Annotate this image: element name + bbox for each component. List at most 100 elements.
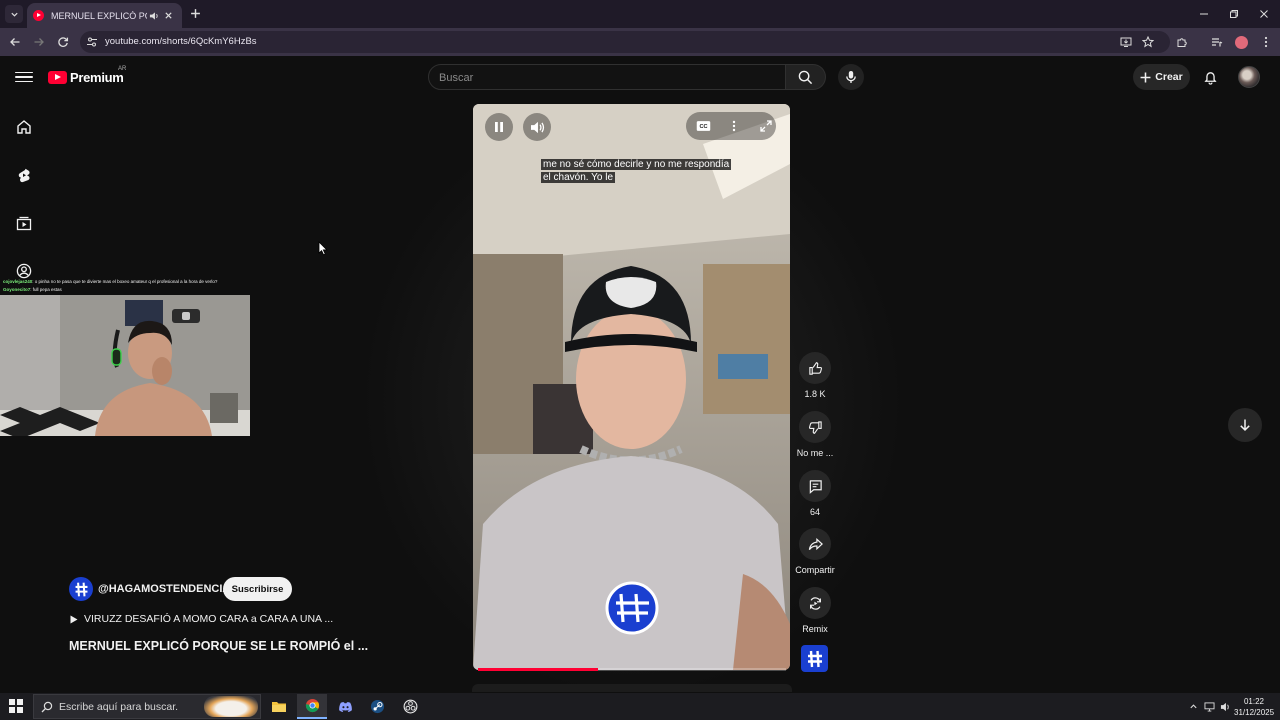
chat-user: cojovlejas240 xyxy=(3,279,33,284)
network-icon[interactable] xyxy=(1204,701,1215,712)
screen: MERNUEL EXPLICÓ PORQUE SE LE ROMPIÓ el .… xyxy=(0,0,1280,720)
captions-button[interactable]: CC xyxy=(689,112,717,140)
play-triangle-icon xyxy=(70,615,78,623)
install-app-icon[interactable] xyxy=(1120,36,1132,48)
media-controls-button[interactable] xyxy=(1209,34,1225,50)
video-title[interactable]: MERNUEL EXPLICÓ PORQUE SE LE ROMPIÓ el .… xyxy=(69,639,368,653)
steam-icon xyxy=(370,699,384,714)
youtube-play-logo-icon xyxy=(48,70,67,84)
user-avatar[interactable] xyxy=(1238,66,1260,88)
address-bar[interactable]: youtube.com/shorts/6QcKmY6HzBs xyxy=(80,31,1170,53)
obs-icon xyxy=(403,699,417,714)
search-icon xyxy=(41,701,53,713)
restore-icon xyxy=(1230,10,1238,18)
minimize-button[interactable] xyxy=(1196,6,1212,22)
pause-button[interactable] xyxy=(485,113,513,141)
you-nav-button[interactable] xyxy=(15,262,33,280)
browser-tab-active[interactable]: MERNUEL EXPLICÓ PORQUE SE LE ROMPIÓ el .… xyxy=(27,3,182,28)
comment-icon xyxy=(809,479,822,494)
youtube-favicon-icon xyxy=(33,10,44,21)
share-label: Compartir xyxy=(795,565,835,575)
more-options-button[interactable] xyxy=(720,112,748,140)
volume-tray-icon[interactable] xyxy=(1220,701,1231,712)
browser-tab-strip: MERNUEL EXPLICÓ PORQUE SE LE ROMPIÓ el .… xyxy=(0,0,1280,28)
close-window-button[interactable] xyxy=(1256,6,1272,22)
browser-menu-button[interactable] xyxy=(1258,34,1274,50)
dislike-button[interactable] xyxy=(799,411,831,443)
volume-icon xyxy=(530,121,544,133)
media-queue-icon xyxy=(1212,38,1223,47)
restore-button[interactable] xyxy=(1226,6,1242,22)
kebab-menu-icon xyxy=(1264,36,1268,48)
folder-icon xyxy=(272,702,286,712)
share-button[interactable] xyxy=(799,528,831,560)
video-progress-fill xyxy=(478,668,599,671)
cc-icon: CC xyxy=(696,121,710,131)
like-button[interactable] xyxy=(799,352,831,384)
discord-icon xyxy=(338,701,352,712)
video-progress-bar[interactable] xyxy=(478,668,786,671)
back-button[interactable] xyxy=(7,34,23,50)
shorts-video-player[interactable]: CC me no sé cómo decirle y no me respond… xyxy=(473,104,790,670)
new-tab-button[interactable] xyxy=(188,6,202,20)
tray-overflow-icon[interactable] xyxy=(1188,701,1199,712)
subscriptions-nav-button[interactable] xyxy=(15,214,33,232)
channel-avatar[interactable] xyxy=(69,577,93,601)
next-video-button[interactable] xyxy=(1228,408,1262,442)
channel-thumbnail-button[interactable] xyxy=(801,645,828,672)
discord-taskbar-button[interactable] xyxy=(330,694,360,719)
country-code: AR xyxy=(118,66,127,72)
tab-title: MERNUEL EXPLICÓ PORQUE SE LE ROMPIÓ el .… xyxy=(51,10,147,21)
chrome-taskbar-button[interactable] xyxy=(297,694,327,719)
user-circle-icon xyxy=(16,263,32,279)
search-icon xyxy=(798,70,813,84)
shorts-nav-button[interactable] xyxy=(15,166,33,184)
windows-start-icon[interactable] xyxy=(9,699,23,713)
tab-close-icon[interactable] xyxy=(164,11,176,20)
forward-button[interactable] xyxy=(31,34,47,50)
home-nav-button[interactable] xyxy=(15,118,33,136)
url-text: youtube.com/shorts/6QcKmY6HzBs xyxy=(105,36,257,47)
file-explorer-button[interactable] xyxy=(264,694,294,719)
steam-taskbar-button[interactable] xyxy=(362,694,392,719)
channel-logo-icon xyxy=(807,650,822,667)
tab-audio-icon[interactable] xyxy=(149,11,161,21)
reload-button[interactable] xyxy=(55,34,71,50)
arrow-left-icon xyxy=(10,38,20,46)
next-short-preview[interactable] xyxy=(472,684,792,692)
search-input[interactable] xyxy=(439,69,769,86)
taskbar-clock[interactable]: 01:22 31/12/2025 xyxy=(1234,696,1274,718)
profile-button[interactable] xyxy=(1233,34,1249,50)
voice-search-button[interactable] xyxy=(838,64,864,90)
extensions-button[interactable] xyxy=(1174,34,1190,50)
notifications-button[interactable] xyxy=(1201,68,1219,86)
channel-logo-icon xyxy=(75,582,87,596)
tab-search-button[interactable] xyxy=(5,5,23,23)
youtube-premium-logo[interactable]: Premium AR xyxy=(48,66,126,85)
plus-icon xyxy=(1140,72,1151,82)
remix-button[interactable] xyxy=(799,587,831,619)
share-action: Compartir xyxy=(789,528,841,575)
svg-text:CC: CC xyxy=(699,124,707,130)
bookmark-star-icon[interactable] xyxy=(1142,36,1154,48)
streamer-webcam xyxy=(0,295,250,436)
channel-handle[interactable]: @HAGAMOSTENDENCIA xyxy=(98,583,230,595)
search-button[interactable] xyxy=(786,64,826,90)
obs-taskbar-button[interactable] xyxy=(395,694,425,719)
youtube-header: Premium AR Crear xyxy=(0,56,1280,98)
comments-button[interactable] xyxy=(799,470,831,502)
taskbar-search-box[interactable]: Escribe aquí para buscar. xyxy=(33,694,261,719)
minimize-icon xyxy=(1200,13,1208,15)
windows-taskbar: Escribe aquí para buscar. 01:22 31/12/20… xyxy=(0,693,1280,720)
fullscreen-button[interactable] xyxy=(752,112,780,140)
create-button[interactable]: Crear xyxy=(1133,64,1190,90)
subscribe-button[interactable]: Suscribirse xyxy=(223,577,292,601)
comments-action: 64 xyxy=(795,470,835,517)
chat-message: Goyonecito7: full pepa estas xyxy=(3,287,62,292)
hamburger-menu-icon[interactable] xyxy=(15,68,33,86)
related-video-link[interactable]: VIRUZZ DESAFIÓ A MOMO CARA a CARA A UNA … xyxy=(70,613,333,625)
volume-button[interactable] xyxy=(523,113,551,141)
chat-message: cojovlejas240: o pinha no te pasa que te… xyxy=(3,279,217,284)
site-info-icon[interactable] xyxy=(86,36,98,48)
reload-icon xyxy=(58,37,69,47)
